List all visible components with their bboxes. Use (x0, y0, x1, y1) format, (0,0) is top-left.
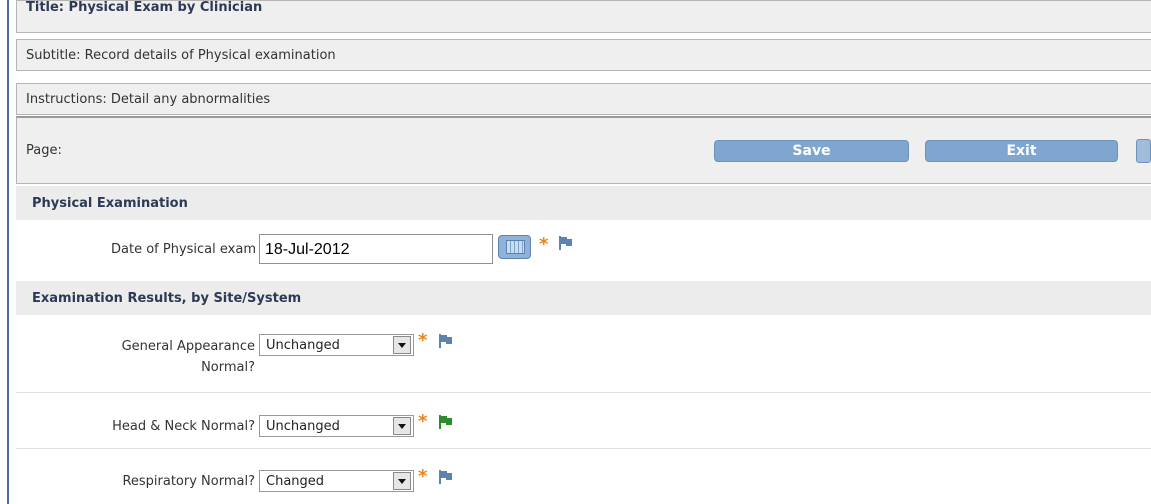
row-divider (16, 392, 1151, 393)
select-value: Unchanged (266, 418, 340, 434)
respiratory-select[interactable]: Changed (259, 470, 414, 492)
chevron-down-icon[interactable] (393, 417, 411, 435)
head-neck-label: Head & Neck Normal? (112, 419, 255, 434)
flag-icon[interactable] (438, 414, 454, 430)
form-title: Title: Physical Exam by Clinician (26, 0, 263, 15)
required-asterisk: * (418, 330, 428, 351)
label-line: Normal? (201, 360, 255, 375)
flag-icon[interactable] (558, 235, 574, 251)
head-neck-select[interactable]: Unchanged (259, 415, 414, 437)
flag-icon[interactable] (438, 333, 454, 349)
required-asterisk: * (418, 466, 428, 487)
required-asterisk: * (418, 411, 428, 432)
row-divider (16, 448, 1151, 449)
section-examination-results: Examination Results, by Site/System (16, 281, 1151, 315)
section-heading: Examination Results, by Site/System (32, 290, 302, 306)
date-of-exam-input[interactable]: 18-Jul-2012 (259, 234, 493, 264)
chevron-down-icon[interactable] (393, 472, 411, 490)
form-subtitle-row: Subtitle: Record details of Physical exa… (16, 39, 1151, 71)
flag-icon[interactable] (438, 469, 454, 485)
page-label: Page: (26, 143, 62, 158)
form-title-row: Title: Physical Exam by Clinician (16, 0, 1151, 33)
select-value: Changed (266, 473, 325, 489)
save-button[interactable]: Save (714, 140, 909, 162)
general-appearance-label: General Appearance Normal? (40, 336, 255, 378)
exit-button[interactable]: Exit (925, 140, 1118, 162)
date-of-exam-label: Date of Physical exam (111, 242, 256, 257)
chevron-down-icon[interactable] (393, 336, 411, 354)
required-asterisk: * (539, 234, 549, 255)
form-instructions-row: Instructions: Detail any abnormalities (16, 83, 1151, 115)
form-instructions: Instructions: Detail any abnormalities (26, 91, 271, 107)
select-value: Unchanged (266, 337, 340, 353)
respiratory-label: Respiratory Normal? (122, 474, 255, 489)
label-line: General Appearance (121, 339, 255, 354)
print-icon[interactable] (1136, 139, 1151, 163)
form-subtitle: Subtitle: Record details of Physical exa… (26, 47, 336, 63)
section-physical-examination: Physical Examination (16, 186, 1151, 220)
calendar-icon[interactable] (498, 235, 531, 259)
window-frame-left (7, 0, 9, 504)
section-heading: Physical Examination (32, 195, 188, 211)
general-appearance-select[interactable]: Unchanged (259, 334, 414, 356)
